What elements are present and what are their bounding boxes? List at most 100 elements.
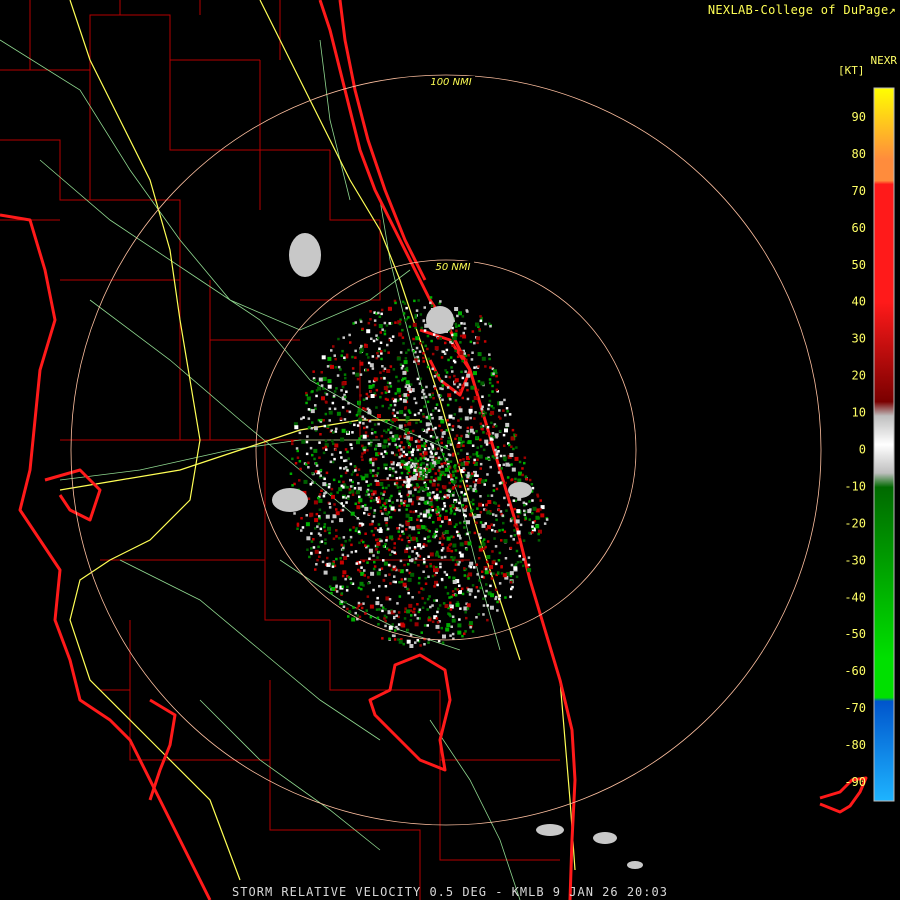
echo-pixel [320,384,324,387]
echo-pixel [296,527,299,530]
scale-tick-label: -10 [844,479,866,493]
echo-pixel [367,442,371,445]
scale-tick-label: -70 [844,701,866,715]
echo-pixel [342,504,345,508]
echo-pixel [342,570,347,575]
echo-pixel [378,568,381,571]
echo-pixel [382,545,386,548]
echo-pixel [338,480,341,483]
echo-pixel [365,392,369,396]
echo-pixel [445,458,449,461]
echo-pixel [377,496,381,499]
echo-pixel [328,585,332,588]
echo-pixel [423,442,426,445]
echo-pixel [303,479,308,484]
echo-pixel [416,639,419,642]
echo-pixel [317,532,321,535]
echo-pixel [443,504,447,508]
echo-pixel [436,447,440,450]
echo-pixel [414,316,417,319]
echo-pixel [445,509,448,513]
echo-pixel [382,493,385,496]
echo-pixel [495,374,498,378]
echo-pixel [346,607,349,611]
echo-pixel [502,456,507,461]
echo-pixel [408,526,412,529]
echo-pixel [462,334,467,339]
echo-pixel [460,491,463,494]
echo-pixel [388,381,392,385]
echo-pixel [440,429,443,432]
echo-pixel [361,327,364,331]
echo-pixel [324,538,327,541]
echo-pixel [414,641,417,644]
echo-pixel [456,314,459,318]
echo-pixel [497,471,501,474]
echo-pixel [445,348,449,352]
echo-pixel [516,561,520,564]
echo-pixel [455,434,459,437]
echo-pixel [503,496,506,500]
echo-pixel [348,488,352,491]
echo-pixel [450,595,453,599]
echo-pixel [349,462,353,466]
echo-pixel [530,483,534,486]
echo-pixel [419,471,422,474]
echo-pixel [456,452,460,455]
echo-pixel [487,407,490,411]
echo-pixel [443,352,447,355]
echo-pixel [320,371,323,374]
echo-pixel [437,394,441,397]
credit-banner[interactable]: NEXLAB-College of DuPage↗ [708,3,896,17]
echo-pixel [412,471,416,475]
echo-cluster [536,824,564,836]
echo-pixel [471,444,475,447]
echo-pixel [416,355,420,359]
echo-pixel [330,364,334,369]
echo-pixel [335,511,340,516]
echo-pixel [398,639,403,644]
echo-pixel [432,535,435,538]
echo-pixel [336,411,341,416]
echo-pixel [428,595,431,598]
echo-pixel [545,518,549,521]
echo-pixel [413,397,416,400]
echo-pixel [478,533,481,536]
echo-pixel [302,416,305,419]
echo-pixel [428,393,431,396]
echo-pixel [444,369,447,372]
echo-pixel [406,435,411,440]
echo-pixel [512,538,515,541]
echo-pixel [321,355,326,360]
echo-pixel [423,624,427,627]
echo-pixel [332,431,335,434]
echo-pixel [419,453,422,456]
echo-pixel [467,471,470,475]
echo-pixel [442,602,446,605]
echo-pixel [300,417,303,421]
echo-pixel [473,341,476,345]
echo-pixel [476,573,479,576]
echo-pixel [407,393,410,397]
echo-pixel [464,354,468,358]
echo-pixel [362,559,365,563]
echo-pixel [378,585,381,588]
echo-pixel [398,394,402,398]
echo-pixel [370,432,374,435]
echo-pixel [383,561,388,566]
echo-pixel [466,452,469,456]
echo-pixel [500,566,503,569]
scale-tick-label: 80 [852,147,866,161]
echo-pixel [390,460,393,464]
echo-pixel [416,617,420,620]
echo-pixel [496,600,499,604]
echo-pixel [410,614,413,617]
echo-pixel [457,623,462,628]
echo-pixel [458,389,462,392]
echo-pixel [369,458,372,461]
echo-pixel [372,588,375,592]
echo-pixel [468,513,472,516]
echo-pixel [324,445,328,449]
echo-pixel [509,595,512,599]
echo-pixel [466,487,470,491]
